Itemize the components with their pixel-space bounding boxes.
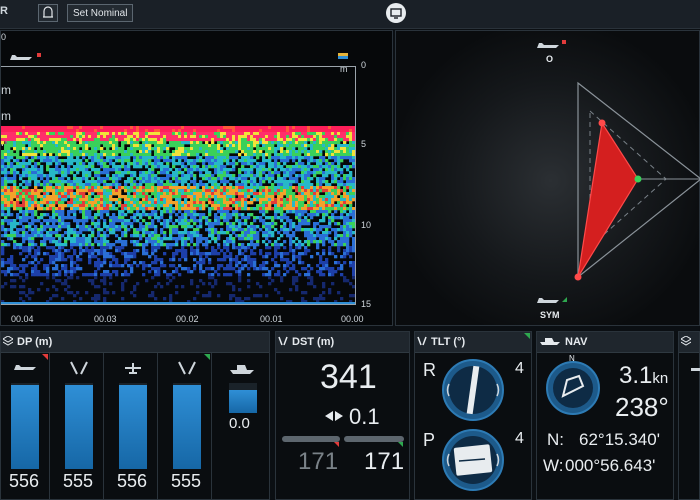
monitor-icon xyxy=(390,8,402,19)
transducer-fan-icon xyxy=(70,361,88,375)
side-label-2: m xyxy=(1,109,11,123)
dst-left-value: 171 xyxy=(298,448,339,475)
echogram-top-line xyxy=(1,66,355,67)
nav-speed-unit: kn xyxy=(652,370,669,387)
top-toolbar: R Set Nominal xyxy=(0,0,700,29)
dp-bar-1 xyxy=(11,383,39,469)
depth-tick-5: 5 xyxy=(361,139,367,149)
status-tri-red xyxy=(334,442,339,447)
compass-n-label: N xyxy=(569,354,575,363)
set-nominal-button[interactable]: Set Nominal xyxy=(67,4,134,22)
dp-title: DP (m) xyxy=(17,336,53,348)
bell-button[interactable] xyxy=(38,4,58,22)
dst-left-bar xyxy=(282,436,340,442)
dp-header: DP (m) xyxy=(1,332,269,353)
tlt-header: TLT (°) xyxy=(415,332,531,353)
time-tick-5: 00.00 xyxy=(341,314,364,324)
toolbar-left-label: R xyxy=(0,5,8,17)
dp-sensor-2: 555 xyxy=(55,353,104,499)
nav-speed: 3.1kn xyxy=(619,362,668,390)
dst-right-value: 171 xyxy=(364,448,405,475)
nav-header: NAV xyxy=(537,332,673,353)
depth-axis-line xyxy=(355,66,356,304)
side-label-1: m xyxy=(1,83,11,97)
echogram-panel: 0 m m m m 0 5 10 15 00.04 00.03 00.02 00… xyxy=(0,30,393,326)
nav-title: NAV xyxy=(565,336,588,348)
dp-value-4: 555 xyxy=(171,471,202,491)
vessel-icon xyxy=(10,55,32,60)
time-tick-3: 00.02 xyxy=(176,314,199,324)
sensor-top-icon xyxy=(125,363,141,374)
dp-sensor-1: 556 xyxy=(1,353,50,499)
nav-lon-label: W: xyxy=(543,456,564,475)
dp-sensor-4: 555 xyxy=(163,353,212,499)
dp-extra-value: 0.0 xyxy=(229,415,250,432)
echogram-origin-label: 0 xyxy=(1,32,7,42)
pitch-gauge xyxy=(442,429,504,491)
display-mode-button[interactable] xyxy=(386,3,406,23)
dp-sensor-5: 0.0 xyxy=(217,353,267,499)
transducer-fan-icon xyxy=(178,361,196,375)
bell-icon xyxy=(43,6,53,18)
compass-gauge xyxy=(546,361,600,415)
dp-value-3: 556 xyxy=(117,471,148,491)
ship-icon xyxy=(230,365,254,374)
depth-tick-0: 0 xyxy=(361,60,367,70)
time-tick-2: 00.03 xyxy=(94,314,117,324)
colour-scale-icon xyxy=(338,53,348,59)
vessel-icon xyxy=(14,365,36,370)
tlt-r-label: R xyxy=(423,360,436,380)
time-tick-1: 00.04 xyxy=(11,314,34,324)
tlt-p-label: P xyxy=(423,430,436,450)
time-tick-4: 00.01 xyxy=(260,314,283,324)
tlt-p-value: 4 xyxy=(515,430,524,447)
depth-tick-10: 10 xyxy=(361,220,372,230)
dst-panel: DST (m) 341 0.1 171 171 xyxy=(275,331,410,500)
tlt-panel: TLT (°) R 4 P 4 xyxy=(414,331,532,500)
nav-panel: NAV N 3.1kn 238° N: 62°15.340' W: 000°56… xyxy=(536,331,674,500)
nav-speed-value: 3.1 xyxy=(619,362,653,389)
dp-value-2: 555 xyxy=(63,471,94,491)
echogram-canvas xyxy=(1,126,355,304)
ship-icon xyxy=(540,338,560,345)
dp-panel: DP (m) 556 555 556 555 0.0 xyxy=(0,331,270,500)
layers-icon xyxy=(3,336,13,346)
depth-tick-15: 15 xyxy=(361,299,372,309)
dst-header: DST (m) xyxy=(276,332,409,353)
status-tri xyxy=(204,354,210,360)
dst-title: DST (m) xyxy=(292,336,335,348)
roll-gauge xyxy=(442,359,504,421)
status-tri xyxy=(524,333,530,339)
polar-plot xyxy=(574,81,700,281)
transducer-fan-icon xyxy=(278,336,288,346)
layers-icon xyxy=(681,336,691,346)
partial-panel xyxy=(678,331,700,500)
dst-right-bar xyxy=(344,436,404,442)
tlt-r-value: 4 xyxy=(515,360,524,377)
nav-heading: 238° xyxy=(615,392,669,422)
dp-bar-2 xyxy=(65,383,93,469)
status-dot-red xyxy=(37,53,41,57)
transducer-fan-icon xyxy=(417,336,427,346)
dp-sensor-3: 556 xyxy=(109,353,158,499)
dst-delta-value: 0.1 xyxy=(349,404,380,429)
nav-lat: 62°15.340' xyxy=(579,430,660,449)
dst-main-value: 341 xyxy=(320,358,377,396)
dp-bar-4 xyxy=(173,383,201,469)
partial-header xyxy=(679,332,699,353)
dp-bar-5 xyxy=(229,383,257,413)
tilt-polar-panel: O SYM xyxy=(395,30,700,326)
partial-icon xyxy=(691,368,700,371)
dp-bar-3 xyxy=(119,383,147,469)
tlt-title: TLT (°) xyxy=(431,336,466,348)
nav-lat-label: N: xyxy=(547,430,564,449)
dp-value-1: 556 xyxy=(9,471,40,491)
status-tri xyxy=(42,354,48,360)
nav-lon: 000°56.643' xyxy=(565,456,656,475)
left-right-arrows-icon xyxy=(325,411,343,421)
status-tri-green xyxy=(398,442,403,447)
